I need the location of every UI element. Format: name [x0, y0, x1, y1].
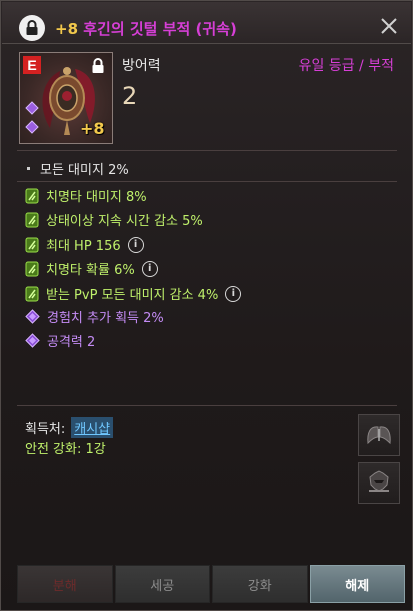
divider: [17, 405, 397, 406]
info-icon[interactable]: i: [141, 260, 158, 277]
grade-type: 유일 등급 / 부적: [298, 58, 394, 74]
socket-gem-icon: [25, 101, 39, 115]
enhance-level: +8: [55, 20, 79, 38]
dismantle-button[interactable]: 분해: [17, 565, 113, 603]
stat-label: 방어력: [122, 58, 161, 74]
item-title: +8 후긴의 깃털 부적 (귀속): [55, 18, 237, 39]
option-row: 공격력 2: [25, 331, 95, 350]
base-option: 모든 대미지 2%: [27, 159, 129, 178]
lock-toggle-icon[interactable]: [19, 15, 45, 41]
action-button-bar: 분해 세공 강화 해제: [17, 565, 405, 603]
enhance-button[interactable]: 강화: [212, 565, 308, 603]
compare-wings-button[interactable]: [358, 414, 400, 456]
option-row: 받는 PvP 모든 대미지 감소 4% i: [25, 284, 242, 303]
option-row: 최대 HP 156 i: [25, 235, 144, 254]
item-name: 후긴의 깃털 부적 (귀속): [83, 20, 237, 38]
stat-value: 2: [122, 82, 138, 110]
item-tooltip-panel: +8 후긴의 깃털 부적 (귀속) E +8 방어력 2 유일 등급 / 부적 …: [0, 0, 413, 611]
grade-badge: E: [23, 56, 41, 74]
info-icon[interactable]: i: [127, 236, 144, 253]
cash-shop-link[interactable]: 캐시샵: [71, 417, 114, 438]
wings-icon: [367, 426, 391, 445]
green-option-icon: [25, 212, 39, 227]
divider: [17, 150, 397, 151]
green-option-icon: [25, 261, 39, 276]
green-option-icon: [25, 286, 39, 301]
acquisition: 획득처: 캐시샵: [25, 417, 114, 438]
base-option-text: 모든 대미지 2%: [40, 163, 129, 178]
green-option-icon: [25, 188, 39, 203]
item-icon-frame[interactable]: E +8: [19, 52, 113, 144]
option-row: 상태이상 지속 시간 감소 5%: [25, 210, 203, 229]
purple-gem-icon: [25, 309, 40, 324]
option-row: 치명타 확률 6% i: [25, 259, 158, 278]
option-row: 경험치 추가 획득 2%: [25, 307, 164, 326]
locked-icon: [92, 58, 104, 73]
safe-enhance: 안전 강화: 1강: [25, 442, 106, 457]
green-option-icon: [25, 237, 39, 252]
close-icon: [381, 18, 397, 34]
helmet-icon: [369, 470, 389, 492]
purple-gem-icon: [25, 333, 40, 348]
item-enhance-plus: +8: [80, 119, 105, 138]
socket-gem-icon: [25, 120, 39, 134]
option-row: 치명타 대미지 8%: [25, 186, 147, 205]
preview-character-button[interactable]: [358, 462, 400, 504]
acquisition-label: 획득처:: [25, 422, 66, 437]
bullet-icon: [27, 167, 30, 170]
info-icon[interactable]: i: [225, 285, 242, 302]
close-button[interactable]: [379, 16, 399, 36]
unlock-button[interactable]: 해제: [309, 565, 405, 603]
divider: [17, 181, 397, 182]
craft-button[interactable]: 세공: [114, 565, 210, 603]
